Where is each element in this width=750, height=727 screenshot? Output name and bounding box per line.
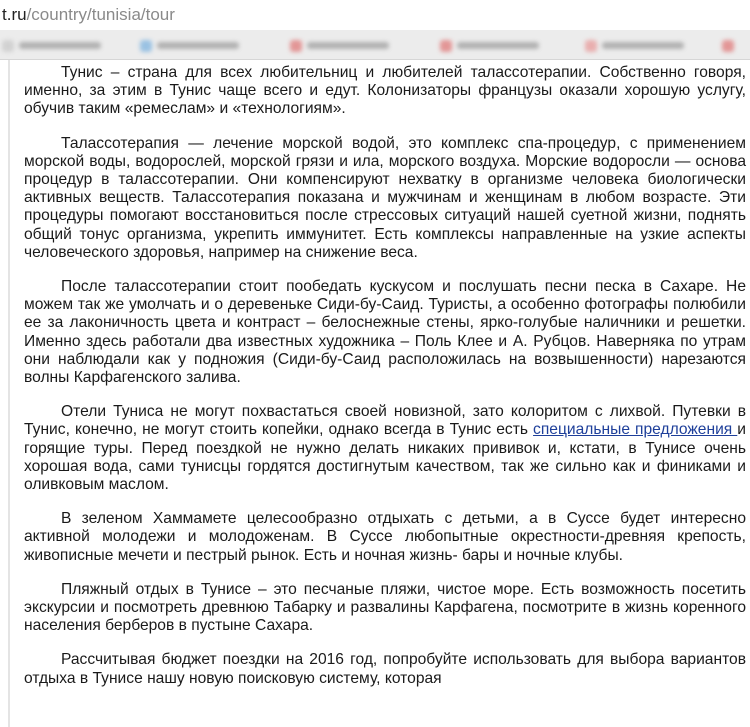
bookmark-item[interactable]	[585, 39, 684, 52]
bookmark-favicon-icon	[585, 39, 597, 52]
paragraph: Отели Туниса не могут похвастаться своей…	[24, 403, 746, 494]
bookmark-label-placeholder	[19, 42, 101, 49]
special-offers-link[interactable]: специальные предложения	[533, 421, 737, 438]
bookmark-item[interactable]	[290, 39, 389, 52]
bookmark-favicon-icon	[140, 39, 152, 52]
bookmark-item[interactable]	[140, 39, 239, 52]
paragraph: Талассотерапия — лечение морской водой, …	[24, 134, 746, 261]
url-path: /country/tunisia/tour	[26, 5, 175, 24]
bookmark-label-placeholder	[602, 42, 684, 49]
left-divider	[8, 60, 10, 727]
address-bar[interactable]: t.ru/country/tunisia/tour	[0, 0, 750, 30]
paragraph: После талассотерапии стоит пообедать кус…	[24, 278, 746, 387]
paragraph: Пляжный отдых в Тунисе – это песчаные пл…	[24, 580, 746, 635]
article-body: Тунис – страна для всех любительниц и лю…	[24, 64, 746, 704]
url-host: t.ru	[2, 5, 27, 24]
bookmark-label-placeholder	[157, 42, 239, 49]
bookmark-favicon-icon	[440, 39, 452, 52]
bookmark-item[interactable]	[2, 39, 101, 52]
bookmark-favicon-icon	[290, 39, 302, 52]
bookmark-favicon-icon	[2, 39, 14, 52]
paragraph: Тунис – страна для всех любительниц и лю…	[24, 64, 746, 118]
paragraph: В зеленом Хаммамете целесообразно отдыха…	[24, 510, 746, 564]
bookmark-item[interactable]	[722, 39, 734, 52]
bookmark-item[interactable]	[440, 39, 539, 52]
bookmark-favicon-icon	[722, 39, 734, 52]
bookmark-label-placeholder	[457, 42, 539, 49]
paragraph: Рассчитывая бюджет поездки на 2016 год, …	[24, 651, 746, 687]
bookmarks-bar	[0, 30, 750, 60]
bookmark-label-placeholder	[307, 42, 389, 49]
page-content: Тунис – страна для всех любительниц и лю…	[0, 60, 750, 727]
